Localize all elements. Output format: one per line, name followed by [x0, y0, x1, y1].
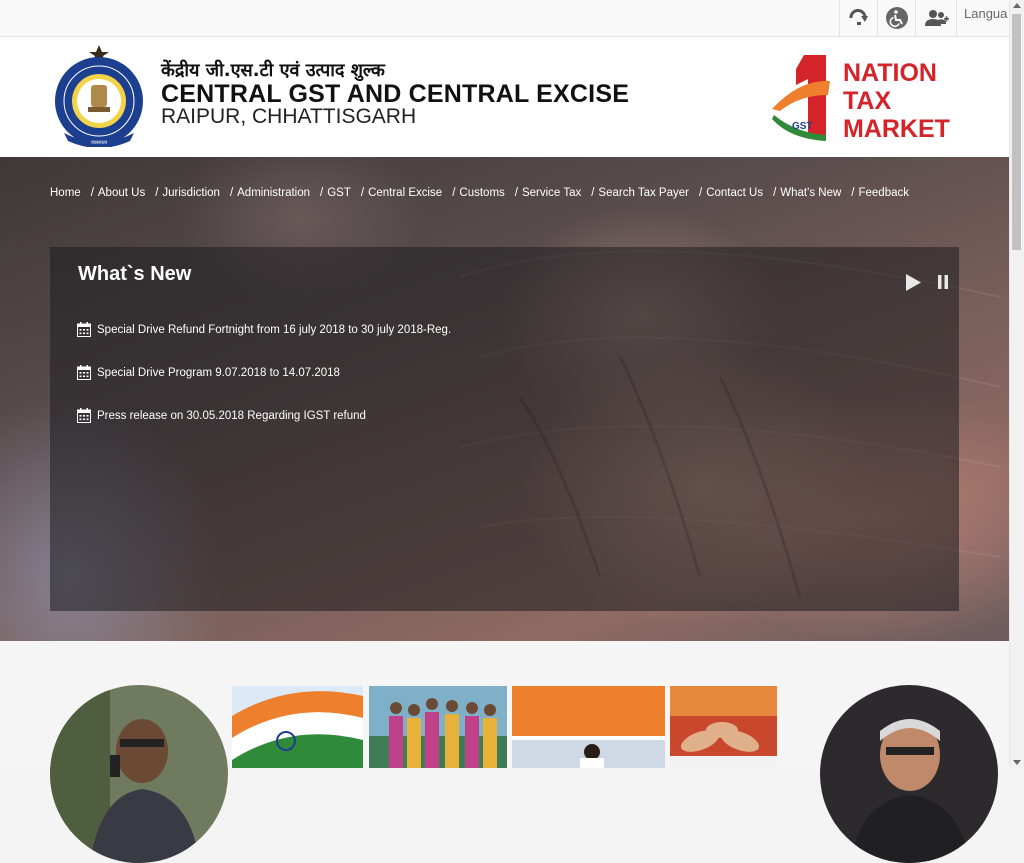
scrollbar-thumb[interactable] — [1012, 14, 1021, 250]
site-subtitle: RAIPUR, CHHATTISGARH — [161, 105, 417, 128]
news-item[interactable]: Special Drive Refund Fortnight from 16 j… — [77, 322, 451, 337]
skip-to-content-icon — [849, 9, 868, 25]
accessibility-icon — [886, 7, 908, 29]
nav-separator: / — [514, 187, 518, 199]
nav-service-tax[interactable]: Service Tax — [522, 187, 581, 199]
whats-new-title: What`s New — [78, 263, 192, 285]
whats-new-panel: What`s New Special Drive Refund Fortnigh… — [50, 247, 959, 611]
nav-separator: / — [90, 187, 94, 199]
nav-gst[interactable]: GST — [327, 187, 351, 199]
nav-home[interactable]: Home — [50, 187, 81, 199]
featured-section — [0, 641, 1009, 863]
nav-separator: / — [229, 187, 234, 199]
officer-photo-left[interactable] — [50, 685, 228, 863]
hands-together-tile[interactable] — [670, 686, 777, 768]
news-item-text[interactable]: Special Drive Refund Fortnight from 16 j… — [97, 324, 451, 336]
nav-separator: / — [591, 187, 595, 199]
news-item[interactable]: Press release on 30.05.2018 Regarding IG… — [77, 408, 366, 423]
accessibility-button[interactable] — [877, 0, 916, 36]
scroll-up-arrow-icon[interactable] — [1013, 3, 1021, 8]
news-item-text[interactable]: Press release on 30.05.2018 Regarding IG… — [97, 410, 366, 422]
nav-separator: / — [155, 187, 159, 199]
news-item-text[interactable]: Special Drive Program 9.07.2018 to 14.07… — [97, 367, 340, 379]
nav-feedback[interactable]: Feedback — [858, 187, 909, 199]
nav-separator: / — [320, 187, 324, 199]
nav-customs[interactable]: Customs — [459, 187, 504, 199]
play-icon[interactable] — [905, 274, 921, 291]
women-group-tile[interactable] — [369, 686, 507, 768]
scroll-down-arrow-icon[interactable] — [1013, 760, 1021, 765]
main-navigation: Home / About Us / Jurisdiction / Adminis… — [50, 187, 909, 199]
nav-separator: / — [452, 187, 456, 199]
nav-about-us[interactable]: About Us — [98, 187, 145, 199]
social-button[interactable] — [915, 0, 957, 36]
minister-photo-right[interactable] — [820, 685, 998, 863]
language-selector[interactable]: Langua — [956, 0, 1009, 36]
site-header: वयसयता केंद्रीय जी.एस.टी एवं उत्पाद शुल्… — [0, 37, 1009, 157]
users-icon — [924, 10, 949, 26]
nav-separator: / — [851, 187, 855, 199]
nav-central-excise[interactable]: Central Excise — [368, 187, 442, 199]
nav-whats-new[interactable]: What's New — [780, 187, 841, 199]
svg-text:वयसयता: वयसयता — [91, 140, 108, 146]
pause-icon[interactable] — [937, 275, 949, 289]
calendar-icon — [77, 322, 91, 337]
nav-separator: / — [698, 187, 703, 199]
nav-administration[interactable]: Administration — [237, 187, 310, 199]
cbic-emblem-logo: वयसयता — [55, 45, 143, 147]
nav-separator: / — [773, 187, 777, 199]
top-utility-bar: Langua — [0, 0, 1009, 37]
nav-separator: / — [360, 187, 365, 199]
site-title-hindi: केंद्रीय जी.एस.टी एवं उत्पाद शुल्क — [161, 60, 385, 81]
flag-tile[interactable] — [232, 686, 363, 768]
logo-line2: TAX — [843, 87, 891, 115]
logo-gst-text: GST — [792, 121, 813, 132]
calendar-icon — [77, 365, 91, 380]
page-scrollbar[interactable] — [1009, 0, 1024, 768]
logo-line1: NATION — [843, 59, 937, 87]
nav-search-tax-payer[interactable]: Search Tax Payer — [598, 187, 689, 199]
nav-jurisdiction[interactable]: Jurisdiction — [162, 187, 220, 199]
news-item[interactable]: Special Drive Program 9.07.2018 to 14.07… — [77, 365, 340, 380]
logo-line3: MARKET — [843, 115, 950, 143]
hero-banner: Home / About Us / Jurisdiction / Adminis… — [0, 157, 1009, 641]
one-nation-one-tax-logo[interactable]: GST NATION TAX MARKET — [770, 49, 952, 143]
nav-contact-us[interactable]: Contact Us — [706, 187, 763, 199]
skip-to-content-button[interactable] — [839, 0, 878, 36]
education-tile[interactable] — [512, 686, 665, 768]
calendar-icon — [77, 408, 91, 423]
